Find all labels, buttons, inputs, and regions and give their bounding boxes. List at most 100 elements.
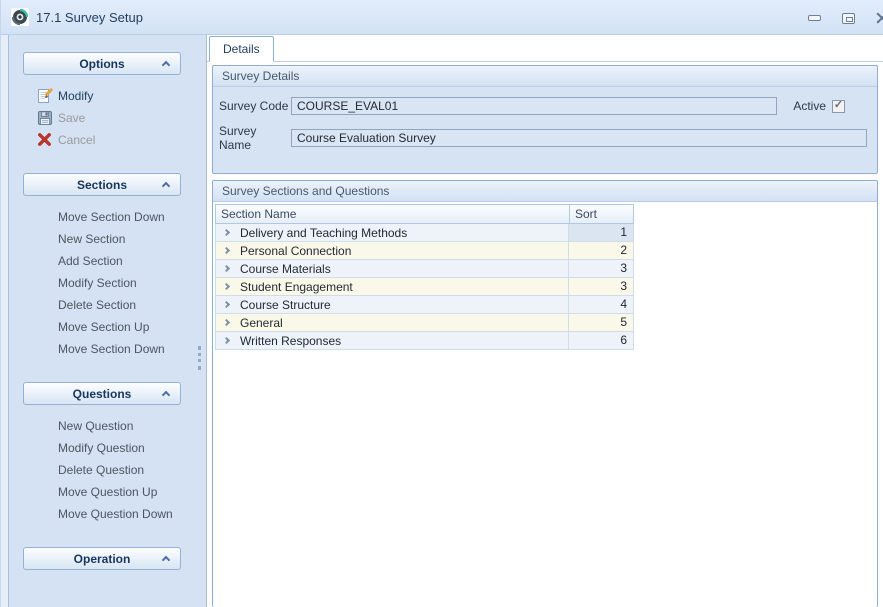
survey-name-label: Survey Name [219, 124, 291, 152]
sort-order-cell[interactable]: 1 [569, 224, 633, 241]
column-header-sort-order[interactable]: Sort Order [569, 204, 634, 224]
item-label: Move Section Down [58, 342, 165, 356]
edit-icon [37, 88, 53, 104]
panel-questions: Questions New Question Modify Question D… [8, 382, 206, 525]
panel-header-options[interactable]: Options [23, 52, 181, 75]
item-label: Add Section [58, 254, 123, 268]
survey-code-input[interactable]: COURSE_EVAL01 [291, 97, 777, 115]
table-row[interactable]: General 5 [215, 314, 634, 332]
save-button[interactable]: Save [8, 107, 206, 129]
delete-question-button[interactable]: Delete Question [8, 459, 206, 481]
active-checkbox[interactable]: ✓ [832, 100, 845, 113]
sort-order-cell[interactable]: 4 [569, 296, 633, 313]
table-row[interactable]: Course Materials 3 [215, 260, 634, 278]
item-label: Move Question Down [58, 507, 173, 521]
sort-order-cell[interactable]: 3 [569, 278, 633, 295]
section-name: Personal Connection [240, 244, 351, 258]
column-header-section-name[interactable]: Section Name [215, 204, 570, 224]
sections-table: Section Name Sort Order Delivery and Tea… [215, 204, 634, 350]
new-section-button[interactable]: New Section [8, 228, 206, 250]
section-name: Written Responses [240, 334, 341, 348]
move-question-up-button[interactable]: Move Question Up [8, 481, 206, 503]
cancel-button[interactable]: Cancel [8, 129, 206, 151]
expand-chevron-icon[interactable] [223, 337, 230, 344]
save-label: Save [58, 111, 85, 125]
sections-questions-group: Survey Sections and Questions Section Na… [212, 180, 878, 607]
expand-chevron-icon[interactable] [223, 301, 230, 308]
titlebar: 17.1 Survey Setup [1, 0, 883, 35]
item-label: Modify Section [58, 276, 137, 290]
move-question-down-button[interactable]: Move Question Down [8, 503, 206, 525]
minimize-icon [808, 15, 821, 21]
cancel-label: Cancel [58, 133, 95, 147]
new-question-button[interactable]: New Question [8, 415, 206, 437]
add-section-button[interactable]: Add Section [8, 250, 206, 272]
modify-section-button[interactable]: Modify Section [8, 272, 206, 294]
table-header: Section Name Sort Order [215, 204, 634, 224]
section-name: Delivery and Teaching Methods [240, 226, 407, 240]
minimize-button[interactable] [805, 11, 823, 25]
item-label: New Question [58, 419, 133, 433]
sort-order-cell[interactable]: 5 [569, 314, 633, 331]
check-icon: ✓ [834, 100, 843, 111]
panel-title-options: Options [79, 57, 124, 71]
maximize-button[interactable] [839, 11, 857, 25]
chevron-up-icon [162, 391, 170, 399]
sidebar: Options Modify [1, 35, 206, 607]
chevron-up-icon [162, 556, 170, 564]
tabstrip: Details [207, 35, 883, 62]
item-label: Move Section Down [58, 210, 165, 224]
move-section-down-button[interactable]: Move Section Down [8, 206, 206, 228]
window-title: 17.1 Survey Setup [36, 10, 143, 25]
panel-header-questions[interactable]: Questions [23, 382, 181, 405]
modify-button[interactable]: Modify [8, 85, 206, 107]
survey-code-label: Survey Code [219, 99, 291, 113]
section-name: Course Materials [240, 262, 331, 276]
panel-operation: Operation [8, 547, 206, 570]
main-area: Details Survey Details Survey Code COURS… [206, 35, 883, 607]
table-row[interactable]: Course Structure 4 [215, 296, 634, 314]
item-label: Move Question Up [58, 485, 157, 499]
item-label: Delete Section [58, 298, 136, 312]
survey-name-input[interactable]: Course Evaluation Survey [291, 129, 867, 147]
panel-title-sections: Sections [77, 178, 127, 192]
panel-header-sections[interactable]: Sections [23, 173, 181, 196]
close-button[interactable] [873, 11, 883, 25]
maximize-icon [842, 13, 855, 24]
modify-label: Modify [58, 89, 93, 103]
close-icon [876, 12, 883, 24]
panel-options: Options Modify [8, 52, 206, 151]
sort-order-cell[interactable]: 6 [569, 332, 633, 349]
splitter-handle[interactable] [198, 346, 201, 370]
tab-details[interactable]: Details [209, 36, 274, 62]
expand-chevron-icon[interactable] [223, 247, 230, 254]
panel-header-operation[interactable]: Operation [23, 547, 181, 570]
modify-question-button[interactable]: Modify Question [8, 437, 206, 459]
cancel-icon [37, 132, 53, 148]
window-controls [805, 11, 883, 25]
section-name: Course Structure [240, 298, 331, 312]
item-label: New Section [58, 232, 125, 246]
expand-chevron-icon[interactable] [223, 283, 230, 290]
table-row[interactable]: Delivery and Teaching Methods 1 [215, 224, 634, 242]
table-row[interactable]: Written Responses 6 [215, 332, 634, 350]
section-name: General [240, 316, 283, 330]
sort-order-cell[interactable]: 3 [569, 260, 633, 277]
survey-setup-window: 17.1 Survey Setup Options [0, 0, 883, 607]
item-label: Modify Question [58, 441, 145, 455]
panel-title-operation: Operation [74, 552, 131, 566]
save-icon [37, 110, 53, 126]
table-row[interactable]: Personal Connection 2 [215, 242, 634, 260]
panel-sections: Sections Move Section Down New Section A… [8, 173, 206, 360]
item-label: Delete Question [58, 463, 144, 477]
expand-chevron-icon[interactable] [223, 229, 230, 236]
table-row[interactable]: Student Engagement 3 [215, 278, 634, 296]
expand-chevron-icon[interactable] [223, 265, 230, 272]
delete-section-button[interactable]: Delete Section [8, 294, 206, 316]
sort-order-cell[interactable]: 2 [569, 242, 633, 259]
move-section-down-button-2[interactable]: Move Section Down [8, 338, 206, 360]
chevron-up-icon [162, 61, 170, 69]
item-label: Move Section Up [58, 320, 149, 334]
expand-chevron-icon[interactable] [223, 319, 230, 326]
move-section-up-button[interactable]: Move Section Up [8, 316, 206, 338]
